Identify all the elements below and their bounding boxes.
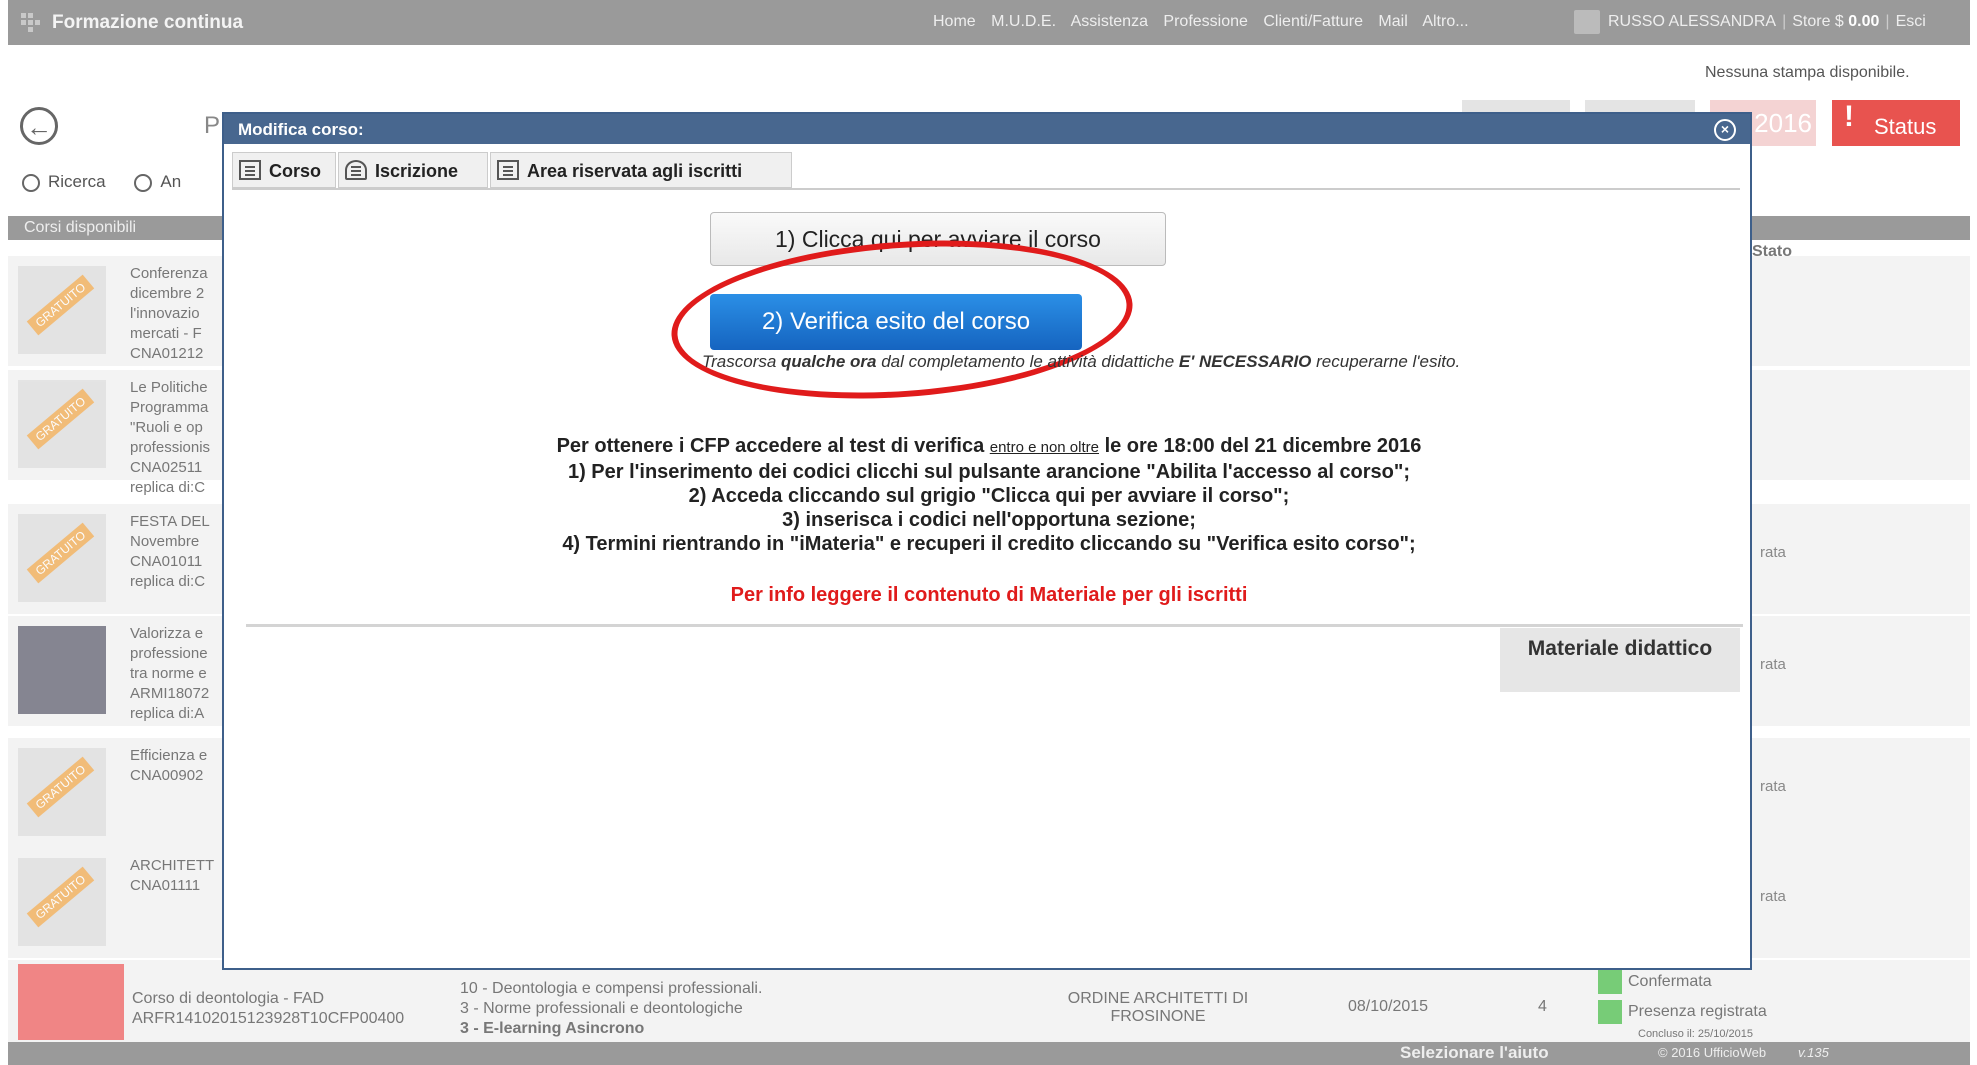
material-tab[interactable]: Materiale didattico [1500, 628, 1740, 692]
dialog-header: Modifica corso: × [224, 114, 1750, 144]
nav-mail[interactable]: Mail [1378, 13, 1407, 30]
exit-link[interactable]: Esci [1896, 13, 1926, 30]
instruction-step-3: 3) inserisca i codici nell'opportuna sez… [782, 509, 1196, 531]
course-text: FESTA DEL Novembre CNA01011 replica di:C [130, 513, 210, 590]
advanced-search-icon[interactable] [134, 173, 153, 192]
course-logo: GRATUITO [18, 380, 106, 468]
course-ended: Concluso il: 25/10/2015 [1638, 1028, 1753, 1040]
instruction-step-2: 2) Acceda cliccando sul grigio "Clicca q… [688, 485, 1290, 507]
tab-divider [232, 188, 1740, 190]
top-bar: Formazione continua Home M.U.D.E. Assist… [8, 0, 1970, 45]
user-add-icon [345, 160, 367, 180]
document-icon [239, 160, 261, 180]
course-logo [18, 964, 124, 1040]
check-icon [1598, 1000, 1622, 1024]
search-icon[interactable] [22, 173, 40, 192]
dialog-title: Modifica corso: [238, 120, 364, 139]
advanced-search-label[interactable]: An [160, 172, 181, 191]
help-label[interactable]: Selezionare l'aiuto [1400, 1043, 1549, 1063]
instruction-step-1: 1) Per l'inserimento dei codici clicchi … [567, 461, 1411, 483]
nav-professione[interactable]: Professione [1163, 13, 1248, 30]
bottom-bar: Selezionare l'aiuto © 2016 UfficioWeb v.… [8, 1042, 1970, 1065]
tab-corso-label: Corso [269, 161, 322, 181]
completion-note: Trascorsa qualche ora dal completamento … [702, 352, 1461, 371]
course-text: Le Politiche Programma "Ruoli e op profe… [130, 379, 211, 496]
copyright: © 2016 UfficioWeb [1658, 1045, 1767, 1060]
instructions: Per ottenere i CFP accedere al test di v… [224, 434, 1754, 556]
status-button[interactable]: ! Status [1832, 100, 1960, 146]
course-status: rata [1760, 544, 1786, 561]
check-icon [1598, 970, 1622, 994]
search-row: Ricerca An [22, 172, 181, 192]
instruction-step-4: 4) Termini rientrando in "iMateria" e re… [562, 533, 1416, 555]
alert-icon: ! [1844, 100, 1854, 133]
course-date: 08/10/2015 [1348, 998, 1429, 1015]
course-logo [18, 626, 106, 714]
status-label: Status [1874, 114, 1937, 139]
tab-iscrizione-label: Iscrizione [375, 161, 459, 181]
print-info: Nessuna stampa disponibile. [1705, 64, 1910, 81]
course-logo: GRATUITO [18, 266, 106, 354]
user-name[interactable]: RUSSO ALESSANDRA [1608, 13, 1776, 30]
status-confirmed: Confermata [1598, 970, 1712, 994]
top-nav: Home M.U.D.E. Assistenza Professione Cli… [933, 13, 1480, 31]
tab-corsi-disponibili[interactable]: Corsi disponibili [24, 219, 136, 237]
user-area: RUSSO ALESSANDRA | Store $ 0.00 | Esci [1574, 10, 1926, 34]
user-icon[interactable] [1574, 10, 1600, 34]
page-title-partial: P [204, 112, 221, 139]
document-icon [497, 160, 519, 180]
edit-course-dialog: Modifica corso: × Corso Iscrizione Area … [222, 112, 1752, 970]
back-arrow-icon[interactable]: ← [20, 107, 58, 145]
app-title: Formazione continua [52, 12, 244, 33]
course-text: Valorizza e professione tra norme e ARMI… [130, 625, 210, 722]
tab-iscrizione[interactable]: Iscrizione [338, 152, 488, 188]
course-topic-2: 3 - Norme professionali e deontologiche [460, 1000, 743, 1017]
tab-corso[interactable]: Corso [232, 152, 336, 188]
course-logo: GRATUITO [18, 748, 106, 836]
close-icon[interactable]: × [1714, 119, 1736, 141]
course-title: Corso di deontologia - FAD [132, 990, 325, 1007]
nav-altro[interactable]: Altro... [1422, 13, 1468, 30]
course-logo: GRATUITO [18, 858, 106, 946]
course-text: Conferenza dicembre 2 l'innovazio mercat… [130, 265, 208, 362]
instruction-deadline: Per ottenere i CFP accedere al test di v… [556, 435, 1422, 457]
nav-clienti-fatture[interactable]: Clienti/Fatture [1263, 13, 1363, 30]
course-text: ARCHITETT CNA01111 [130, 857, 215, 894]
course-text: Efficienza e CNA00902 [130, 747, 208, 784]
store-value: 0.00 [1848, 13, 1880, 31]
info-notice: Per info leggere il contenuto di Materia… [730, 584, 1248, 606]
course-topic-1: 10 - Deontologia e compensi professional… [460, 980, 763, 997]
course-code: ARFR14102015123928T10CFP00400 [132, 1010, 405, 1027]
course-status: rata [1760, 888, 1786, 905]
material-divider [246, 624, 1743, 627]
tab-area-riservata[interactable]: Area riservata agli iscritti [490, 152, 792, 188]
search-label[interactable]: Ricerca [48, 172, 106, 191]
store-label[interactable]: Store $ [1792, 13, 1844, 30]
course-status: rata [1760, 656, 1786, 673]
nav-home[interactable]: Home [933, 13, 976, 30]
course-org: ORDINE ARCHITETTI DI FROSINONE [1067, 990, 1249, 1025]
course-credits: 4 [1538, 998, 1547, 1015]
tab-area-riservata-label: Area riservata agli iscritti [527, 161, 743, 181]
nav-assistenza[interactable]: Assistenza [1071, 13, 1148, 30]
course-topic-3: 3 - E-learning Asincrono [460, 1020, 645, 1037]
course-row-footer[interactable]: Corso di deontologia - FAD ARFR141020151… [8, 960, 1970, 1042]
nav-mude[interactable]: M.U.D.E. [991, 13, 1056, 30]
status-presence: Presenza registrata [1598, 1000, 1767, 1024]
app-logo-icon [20, 12, 42, 34]
course-status: rata [1760, 778, 1786, 795]
course-logo: GRATUITO [18, 514, 106, 602]
version: v.135 [1798, 1045, 1829, 1060]
